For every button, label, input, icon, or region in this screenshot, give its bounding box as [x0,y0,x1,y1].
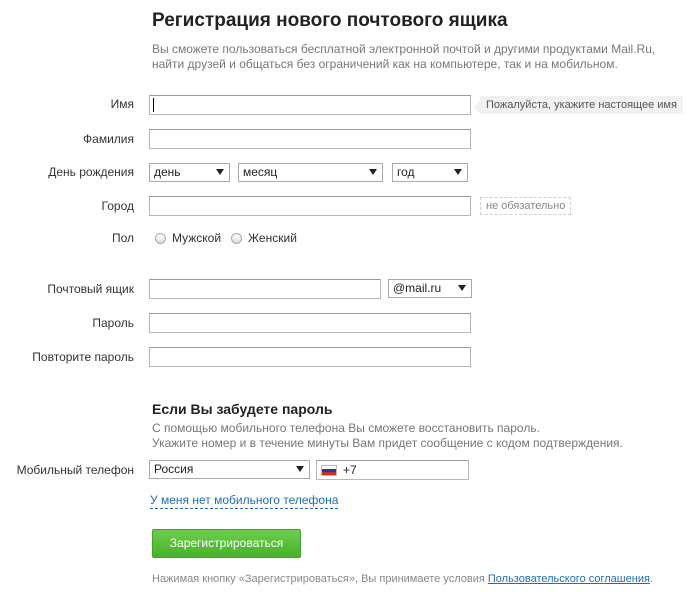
gender-label: Пол [111,231,134,245]
phone-label: Мобильный телефон [16,463,134,477]
phone-prefix: +7 [343,463,357,477]
country-select[interactable]: Россия [149,460,310,479]
city-input[interactable] [149,196,471,216]
password-repeat-label: Повторите пароль [32,350,134,364]
page-subtitle: Вы сможете пользоваться бесплатной элект… [152,42,656,71]
mail-domain-value: @mail.ru [393,281,442,295]
mail-domain-select[interactable]: @mail.ru [388,279,472,298]
mailbox-input[interactable] [149,279,381,299]
birth-month-value: месяц [243,165,278,179]
tooltip-arrow-icon [474,101,480,113]
page-title: Регистрация нового почтового ящика [152,10,508,31]
gender-female-radio[interactable] [231,233,242,244]
password-repeat-input[interactable] [149,347,471,367]
terms-text: Нажимая кнопку «Зарегистрироваться», Вы … [152,573,488,585]
recovery-description: С помощью мобильного телефона Вы сможете… [152,421,672,451]
name-hint-text: Пожалуйста, укажите настоящее имя [486,99,677,111]
mailbox-label: Почтовый ящик [47,282,134,296]
birthday-label: День рождения [48,165,134,179]
birth-day-select[interactable]: день [149,163,230,182]
surname-label: Фамилия [83,132,134,146]
name-label: Имя [110,97,134,111]
russia-flag-icon [321,465,337,476]
no-phone-link[interactable]: У меня нет мобильного телефона [150,493,339,509]
chevron-down-icon [216,169,224,175]
name-input[interactable] [149,95,471,115]
birth-day-value: день [154,165,181,179]
birth-year-select[interactable]: год [392,163,468,182]
surname-input[interactable] [149,129,471,149]
gender-male-label[interactable]: Мужской [172,231,221,245]
register-button[interactable]: Зарегистрироваться [152,529,301,558]
chevron-down-icon [454,169,462,175]
city-optional-note: не обязательно [480,197,572,215]
phone-input[interactable]: +7 [316,460,469,480]
country-value: Россия [154,462,194,476]
gender-male-radio[interactable] [155,233,166,244]
birth-year-value: год [397,165,415,179]
terms-period: . [649,573,653,585]
chevron-down-icon [369,169,377,175]
gender-female-label[interactable]: Женский [248,231,297,245]
name-hint-tooltip: Пожалуйста, укажите настоящее имя [474,96,683,114]
chevron-down-icon [458,285,466,291]
password-input[interactable] [149,313,471,333]
user-agreement-link[interactable]: Пользовательского соглашения [488,573,650,585]
recovery-title: Если Вы забудете пароль [152,401,333,417]
password-label: Пароль [92,316,134,330]
birth-month-select[interactable]: месяц [238,163,383,182]
recovery-text-line-2: Укажите номер и в течение минуты Вам при… [152,436,623,450]
city-label: Город [101,199,134,213]
terms-notice: Нажимая кнопку «Зарегистрироваться», Вы … [152,573,653,585]
text-caret [153,98,154,112]
recovery-text-line-1: С помощью мобильного телефона Вы сможете… [152,421,540,435]
chevron-down-icon [296,466,304,472]
